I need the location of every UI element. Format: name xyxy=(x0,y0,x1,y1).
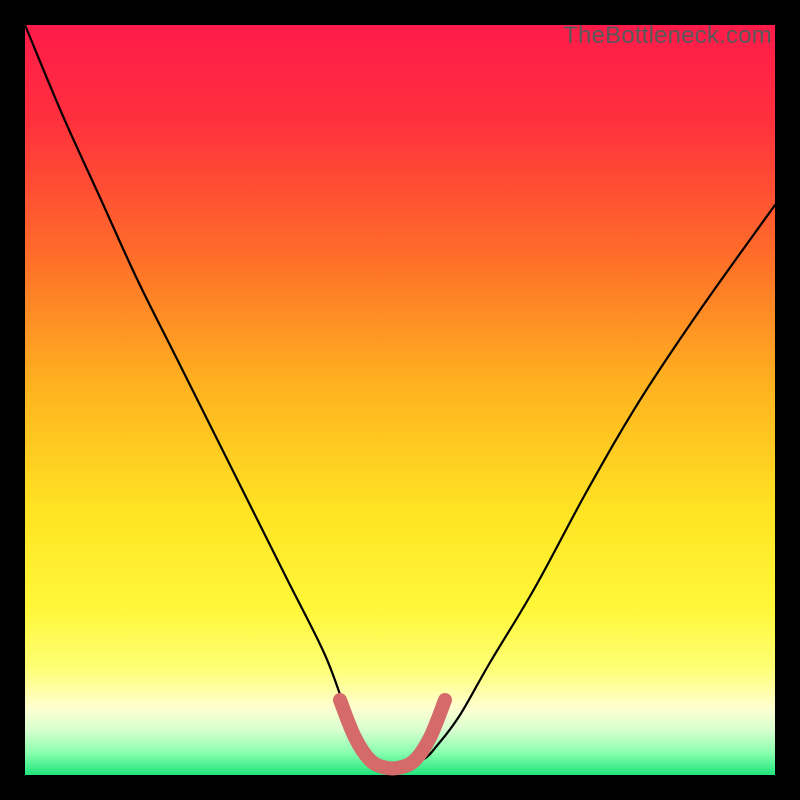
optimal-range-highlight xyxy=(340,700,445,769)
plot-area xyxy=(25,25,775,775)
bottleneck-curve xyxy=(25,25,775,768)
curve-layer xyxy=(25,25,775,775)
watermark-text: TheBottleneck.com xyxy=(563,22,772,50)
chart-root: TheBottleneck.com xyxy=(0,0,800,800)
